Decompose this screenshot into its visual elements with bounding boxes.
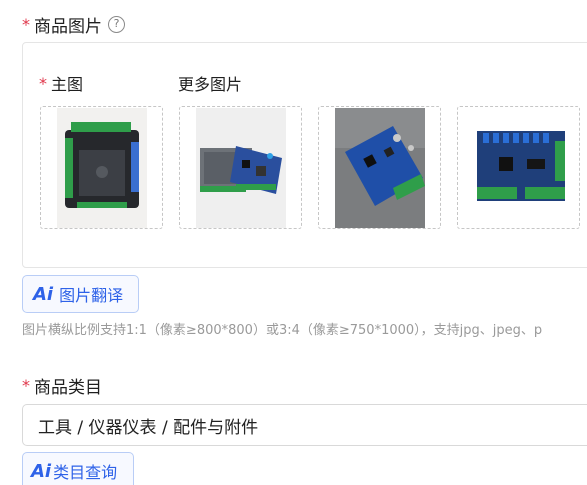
product-photo — [195, 107, 286, 228]
product-images-label: 商品图片 — [34, 17, 102, 37]
main-image-thumbnail[interactable] — [40, 106, 163, 229]
main-image-label-row: * 主图 — [39, 71, 83, 95]
image-requirements-hint: 图片横纵比例支持1:1（像素≥800*800）或3:4（像素≥750*1000）… — [22, 323, 543, 338]
ai-icon: Ai — [31, 460, 52, 482]
main-image-label: 主图 — [51, 75, 84, 94]
more-image-thumbnail-1[interactable] — [179, 106, 302, 229]
image-translate-button[interactable]: Ai 图片翻译 — [22, 275, 139, 313]
ai-icon: Ai — [33, 283, 54, 305]
required-mark: * — [22, 15, 30, 34]
product-form: * 商品图片 ? * 主图 更多图片 Ai 图片翻译 图片横纵比例支持1:1（像… — [0, 0, 587, 485]
category-query-button[interactable]: Ai 类目查询 — [22, 452, 134, 485]
product-category-label-row: * 商品类目 — [22, 373, 102, 398]
more-image-thumbnail-2[interactable] — [318, 106, 441, 229]
more-image-thumbnail-3[interactable] — [457, 106, 580, 229]
required-mark: * — [39, 73, 47, 93]
product-photo — [56, 107, 147, 228]
category-select[interactable]: 工具 / 仪器仪表 / 配件与附件 — [22, 404, 587, 446]
more-images-label: 更多图片 — [178, 75, 243, 94]
required-mark: * — [22, 376, 30, 395]
product-photo — [334, 107, 425, 228]
product-photo — [468, 115, 569, 220]
category-query-label: 类目查询 — [53, 463, 118, 482]
category-value: 工具 / 仪器仪表 / 配件与附件 — [38, 417, 259, 438]
image-translate-label: 图片翻译 — [59, 286, 124, 305]
product-images-label-row: * 商品图片 ? — [22, 12, 125, 37]
image-upload-panel: * 主图 更多图片 — [22, 42, 587, 268]
product-category-label: 商品类目 — [34, 378, 102, 398]
question-circle-icon[interactable]: ? — [108, 16, 125, 33]
